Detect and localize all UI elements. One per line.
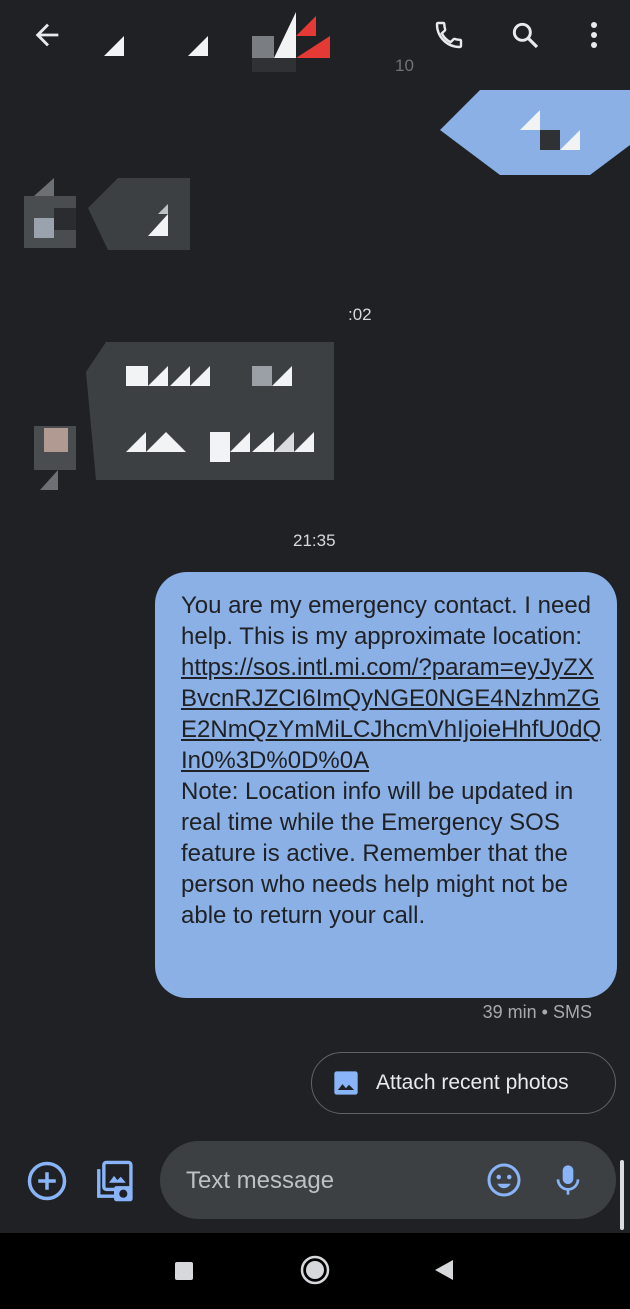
timestamp-obscured-1: 10	[395, 56, 414, 75]
triangle-back-icon	[435, 1260, 453, 1280]
message-status: 39 min • SMS	[482, 1002, 592, 1022]
system-navigation-bar	[0, 1233, 630, 1309]
voice-input-button[interactable]	[546, 1158, 590, 1202]
recents-button[interactable]	[166, 1253, 202, 1289]
sent-message-obscured[interactable]	[440, 90, 630, 180]
timestamp-obscured-2: :02	[348, 305, 372, 324]
attach-recent-photos-chip[interactable]: Attach recent photos	[311, 1052, 616, 1114]
gallery-camera-icon	[97, 1160, 133, 1202]
attach-recent-photos-label: Attach recent photos	[376, 1071, 569, 1094]
arrow-back-icon	[35, 23, 59, 47]
back-button[interactable]	[24, 12, 70, 58]
message-composer	[160, 1141, 616, 1219]
search-button[interactable]	[502, 12, 548, 58]
phone-icon	[435, 21, 463, 49]
sent-message-bubble[interactable]: You are my emergency contact. I need hel…	[155, 572, 617, 998]
scrollbar[interactable]	[620, 1160, 624, 1230]
image-icon	[334, 1071, 358, 1095]
message-intro: You are my emergency contact. I need hel…	[181, 592, 592, 650]
call-button[interactable]	[426, 12, 472, 58]
home-button[interactable]	[294, 1249, 336, 1291]
received-message-obscured-1[interactable]	[88, 178, 190, 250]
top-app-bar	[0, 0, 630, 80]
location-link[interactable]: https://sos.intl.mi.com/?param=eyJyZXBvc…	[181, 654, 601, 774]
gallery-camera-button[interactable]	[90, 1156, 138, 1206]
message-note: Note: Location info will be updated in r…	[181, 778, 574, 929]
contact-name-obscured[interactable]	[100, 8, 350, 72]
add-circle-icon	[27, 1161, 67, 1201]
avatar-obscured-2	[14, 408, 84, 492]
emoji-icon	[487, 1163, 521, 1197]
home-circle-icon	[300, 1255, 330, 1285]
avatar-obscured	[14, 178, 84, 250]
emoji-button[interactable]	[482, 1158, 526, 1202]
add-attachment-button[interactable]	[24, 1158, 70, 1204]
text-message-input[interactable]	[184, 1161, 468, 1201]
more-options-button[interactable]	[572, 12, 616, 58]
back-nav-button[interactable]	[426, 1251, 462, 1289]
timestamp: 21:35	[293, 531, 336, 550]
received-message-obscured-2[interactable]	[86, 342, 334, 480]
search-icon	[512, 22, 539, 49]
square-icon	[175, 1262, 193, 1280]
more-vert-icon	[591, 22, 597, 48]
mic-icon	[556, 1165, 580, 1195]
